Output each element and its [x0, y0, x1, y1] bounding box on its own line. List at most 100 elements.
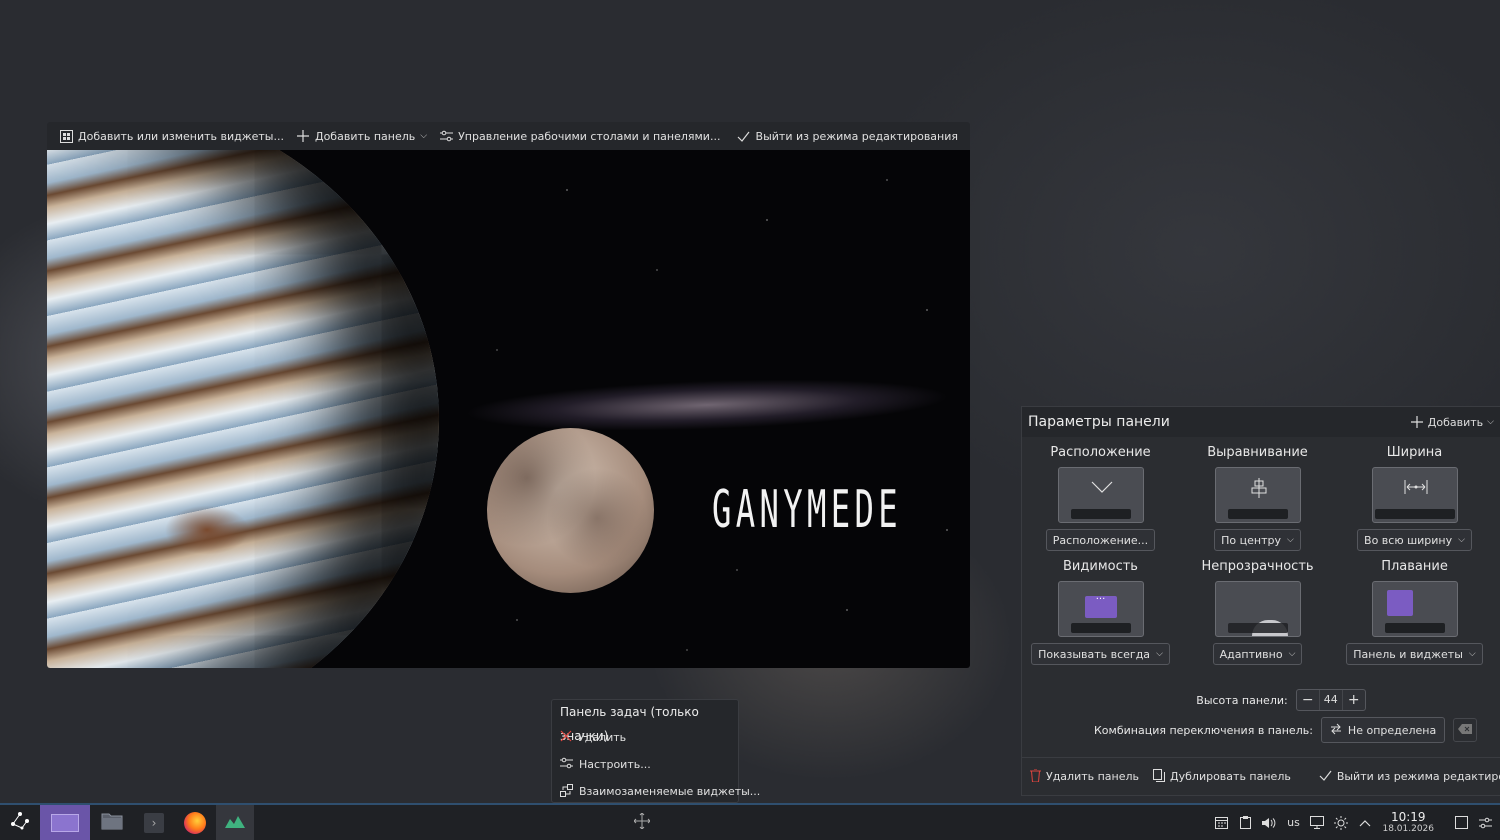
add-widgets-button[interactable]: Добавить или изменить виджеты...: [53, 125, 290, 147]
sliders-icon: [439, 129, 453, 143]
switch-icon: [1330, 723, 1342, 738]
add-widget-button[interactable]: Добавить ⌵: [1410, 415, 1494, 429]
panel-options-grid: Расположение Расположение... Выравнивани…: [1022, 445, 1500, 665]
clock-date: 18.01.2026: [1382, 823, 1434, 834]
firefox-icon: [184, 811, 206, 834]
clear-shortcut-button[interactable]: [1453, 718, 1478, 742]
exit-edit-mode-button[interactable]: Выйти из режима редактирования: [731, 125, 964, 147]
plus-icon: [1410, 415, 1424, 429]
duplicate-panel-label: Дублировать панель: [1170, 770, 1291, 783]
floating-select[interactable]: Панель и виджеты ⌵: [1346, 643, 1483, 665]
panel-settings-icon[interactable]: [1478, 817, 1492, 829]
terminal-icon: ›: [144, 812, 164, 833]
width-select[interactable]: Во всю ширину ⌵: [1357, 529, 1472, 551]
manage-desktops-label: Управление рабочими столами и панелями..…: [458, 129, 721, 143]
center-align-icon: [1251, 478, 1267, 501]
location-option: Расположение Расположение...: [1022, 445, 1179, 551]
brightness-icon[interactable]: [1334, 815, 1349, 830]
alignment-label: Выравнивание: [1207, 445, 1308, 460]
opacity-value: Адаптивно: [1219, 647, 1283, 661]
widget-context-menu: Панель задач (только значки) Удалить Нас…: [551, 699, 760, 805]
width-preview[interactable]: [1371, 467, 1458, 523]
location-value: Расположение...: [1052, 533, 1149, 547]
add-panel-button[interactable]: Добавить панель ⌵: [290, 125, 433, 147]
floating-preview[interactable]: [1371, 581, 1458, 637]
shortcut-button[interactable]: Не определена: [1320, 717, 1446, 743]
plus-icon: [296, 129, 310, 143]
panel-settings-title: Параметры панели: [1028, 414, 1170, 430]
add-panel-label: Добавить панель: [314, 129, 416, 143]
check-icon: [1319, 770, 1332, 784]
chevron-up-icon[interactable]: [1358, 819, 1372, 827]
floating-icon: [1386, 590, 1413, 616]
pager-desktop-1[interactable]: [40, 805, 90, 840]
remove-widget-label: Удалить: [578, 731, 627, 744]
manage-desktops-button[interactable]: Управление рабочими столами и панелями..…: [433, 125, 726, 147]
delete-panel-label: Удалить панель: [1046, 770, 1140, 783]
chevron-down-icon: ⌵: [1287, 535, 1294, 545]
chevron-down-icon: ⌵: [1288, 649, 1296, 659]
network-icon[interactable]: [1310, 816, 1325, 829]
opacity-select[interactable]: Адаптивно ⌵: [1212, 643, 1303, 665]
width-option: Ширина Во всю ширину ⌵: [1336, 445, 1493, 551]
app-launcher-icon: [10, 811, 30, 834]
firefox-button[interactable]: [174, 805, 216, 840]
app-launcher-button[interactable]: [0, 805, 40, 840]
visibility-preview[interactable]: ···: [1057, 581, 1144, 637]
floating-value: Панель и виджеты: [1353, 647, 1463, 661]
duplicate-panel-button[interactable]: Дублировать панель: [1153, 768, 1291, 785]
terminal-button[interactable]: ›: [134, 805, 174, 840]
shortcut-value: Не определена: [1347, 723, 1437, 737]
alignment-option: Выравнивание По центру ⌵: [1179, 445, 1336, 551]
duplicate-icon: [1153, 768, 1166, 785]
exit-edit-mode-footer-button[interactable]: Выйти из режима редактирования: [1319, 770, 1500, 784]
widgets-icon: [59, 129, 73, 143]
location-button[interactable]: Расположение...: [1045, 529, 1156, 551]
plus-icon[interactable]: +: [1343, 692, 1365, 708]
file-manager-button[interactable]: [90, 805, 134, 840]
check-icon: [737, 129, 751, 143]
alternatives-icon: [560, 783, 573, 800]
visibility-option: Видимость ··· Показывать всегда ⌵: [1022, 559, 1179, 665]
move-arrows-icon: [633, 812, 651, 832]
exit-edit-mode-footer-label: Выйти из режима редактирования: [1336, 770, 1500, 783]
alternative-widgets-item[interactable]: Взаимозаменяемые виджеты...: [552, 778, 760, 805]
volume-icon[interactable]: [1262, 817, 1276, 829]
panel-height-value[interactable]: 44: [1318, 690, 1343, 710]
clipboard-icon[interactable]: [1238, 816, 1252, 829]
system-monitor-button[interactable]: [216, 805, 254, 840]
configure-widget-item[interactable]: Настроить...: [552, 751, 738, 778]
trash-icon: [1030, 768, 1041, 785]
panel-height-stepper[interactable]: − 44 +: [1295, 689, 1366, 711]
clock-time: 10:19: [1390, 809, 1426, 824]
show-desktop-icon[interactable]: [1454, 816, 1468, 829]
alignment-preview[interactable]: [1214, 467, 1301, 523]
add-widget-label: Добавить: [1427, 415, 1484, 429]
alignment-select[interactable]: По центру ⌵: [1214, 529, 1301, 551]
add-widgets-label: Добавить или изменить виджеты...: [78, 129, 284, 143]
backspace-icon: [1458, 723, 1473, 737]
system-tray: us 10:19 18.01.2026: [1214, 811, 1500, 835]
visibility-icon: ···: [1084, 595, 1117, 618]
move-panel-handle[interactable]: [622, 805, 662, 840]
digital-clock[interactable]: 10:19 18.01.2026: [1382, 811, 1434, 835]
panel-settings-footer: Удалить панель Дублировать панель Выйти …: [1022, 757, 1500, 795]
opacity-label: Непрозрачность: [1201, 559, 1314, 574]
visibility-select[interactable]: Показывать всегда ⌵: [1031, 643, 1170, 665]
opacity-option: Непрозрачность Адаптивно ⌵: [1179, 559, 1336, 665]
desktop-wallpaper-preview: GANYMEDE: [47, 150, 970, 668]
system-monitor-icon: [224, 813, 246, 832]
opacity-preview[interactable]: [1214, 581, 1301, 637]
alternative-widgets-label: Взаимозаменяемые виджеты...: [579, 785, 761, 798]
keyboard-layout-indicator[interactable]: us: [1286, 816, 1300, 829]
panel-shortcut-row: Комбинация переключения в панель: Не опр…: [1094, 717, 1478, 743]
width-arrows-icon: [1404, 480, 1428, 497]
exit-edit-mode-label: Выйти из режима редактирования: [755, 129, 958, 143]
calendar-icon[interactable]: [1214, 816, 1228, 829]
wallpaper-title: GANYMEDE: [712, 480, 903, 540]
minus-icon[interactable]: −: [1297, 692, 1319, 708]
width-label: Ширина: [1386, 445, 1443, 460]
delete-panel-button[interactable]: Удалить панель: [1030, 768, 1140, 785]
chevron-down-icon: ⌵: [1468, 649, 1476, 659]
location-preview[interactable]: [1057, 467, 1144, 523]
